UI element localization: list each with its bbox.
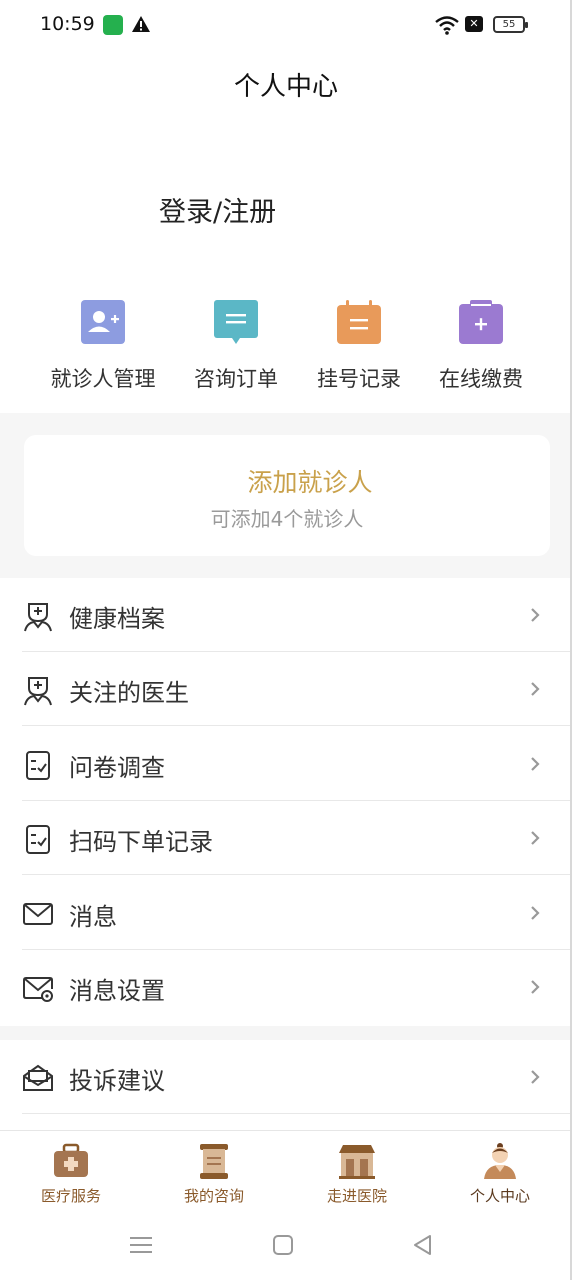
chevron-right-icon xyxy=(531,682,540,696)
online-pay-icon xyxy=(459,300,503,344)
menu-item-scan-order[interactable]: 扫码下单记录 xyxy=(0,801,572,875)
warning-icon xyxy=(132,16,150,32)
quick-action-consult-order[interactable]: 咨询订单 xyxy=(166,295,306,393)
status-bar: 10:59 ✕ 55 xyxy=(0,0,572,52)
battery-icon: 55 xyxy=(493,16,528,33)
quick-action-patient-manage[interactable]: 就诊人管理 xyxy=(33,295,173,393)
menu-item-label: 问卷调查 xyxy=(69,754,165,782)
menu-item-complaint[interactable]: 投诉建议 xyxy=(0,1040,572,1114)
chevron-right-icon xyxy=(531,608,540,622)
nav-my-consult[interactable]: 我的咨询 xyxy=(144,1139,284,1206)
divider xyxy=(22,725,572,726)
menu-item-label: 投诉建议 xyxy=(69,1067,165,1095)
chevron-right-icon xyxy=(531,980,540,994)
register-record-icon xyxy=(337,300,381,344)
bottom-nav: 医疗服务 我的咨询 走进医院 个人中心 xyxy=(0,1130,572,1212)
quick-action-online-pay[interactable]: 在线缴费 xyxy=(411,295,551,393)
nav-label: 我的咨询 xyxy=(183,1187,244,1205)
scroll-icon xyxy=(200,1144,228,1179)
menu-item-label: 消息设置 xyxy=(69,977,165,1005)
mail-settings-icon xyxy=(23,977,53,1002)
home-icon[interactable] xyxy=(270,1232,296,1258)
back-icon[interactable] xyxy=(410,1232,436,1258)
menu-item-message-settings[interactable]: 消息设置 xyxy=(0,950,572,1024)
quick-action-label: 咨询订单 xyxy=(194,367,278,391)
chevron-right-icon xyxy=(531,1070,540,1084)
menu-item-label: 扫码下单记录 xyxy=(69,828,213,856)
quick-action-register-record[interactable]: 挂号记录 xyxy=(289,295,429,393)
patient-manage-icon xyxy=(81,300,125,344)
chevron-right-icon xyxy=(531,831,540,845)
consult-order-icon xyxy=(214,300,258,344)
nav-personal-center[interactable]: 个人中心 xyxy=(430,1139,570,1206)
menu-item-survey[interactable]: 问卷调查 xyxy=(0,727,572,801)
medical-kit-icon xyxy=(54,1143,88,1177)
followed-doctor-icon xyxy=(24,677,52,706)
no-sim-icon: ✕ xyxy=(465,16,483,32)
quick-action-label: 就诊人管理 xyxy=(50,367,156,391)
quick-action-label: 挂号记录 xyxy=(317,367,401,391)
nav-medical-service[interactable]: 医疗服务 xyxy=(1,1139,141,1206)
quick-action-label: 在线缴费 xyxy=(439,367,523,391)
divider xyxy=(22,874,572,875)
quick-actions: 就诊人管理 咨询订单 挂号记录 在线缴费 xyxy=(0,295,572,405)
menu-item-health-record[interactable]: 健康档案 xyxy=(0,578,572,652)
person-icon xyxy=(484,1143,516,1179)
section-gap xyxy=(0,1026,572,1040)
nav-label: 走进医院 xyxy=(326,1187,387,1205)
survey-icon xyxy=(26,751,50,780)
mail-icon xyxy=(23,903,53,925)
complaint-icon xyxy=(23,1064,53,1091)
app-notification-icon xyxy=(103,15,123,35)
menu-item-label: 健康档案 xyxy=(69,605,165,633)
nav-label: 个人中心 xyxy=(469,1187,530,1205)
menu-item-messages[interactable]: 消息 xyxy=(0,876,572,950)
add-patient-title: 添加就诊人 xyxy=(247,468,373,497)
system-nav-bar xyxy=(0,1212,572,1280)
wifi-icon xyxy=(435,16,459,35)
login-register-link[interactable]: 登录/注册 xyxy=(159,190,276,229)
status-time: 10:59 xyxy=(40,13,95,35)
menu-item-label: 关注的医生 xyxy=(69,679,189,707)
add-patient-card[interactable]: 添加就诊人 可添加4个就诊人 xyxy=(24,435,550,556)
health-record-icon xyxy=(24,603,52,632)
nav-hospital[interactable]: 走进医院 xyxy=(287,1139,427,1206)
menu-icon[interactable] xyxy=(128,1232,154,1258)
chevron-right-icon xyxy=(531,757,540,771)
page-title: 个人中心 xyxy=(233,72,338,102)
divider xyxy=(22,1113,572,1114)
menu-item-label: 消息 xyxy=(69,903,117,931)
menu-item-followed-doctor[interactable]: 关注的医生 xyxy=(0,652,572,726)
hospital-icon xyxy=(339,1145,375,1179)
nav-label: 医疗服务 xyxy=(40,1187,101,1205)
scan-order-icon xyxy=(26,825,50,854)
add-patient-subtitle: 可添加4个就诊人 xyxy=(210,507,364,531)
chevron-right-icon xyxy=(531,906,540,920)
